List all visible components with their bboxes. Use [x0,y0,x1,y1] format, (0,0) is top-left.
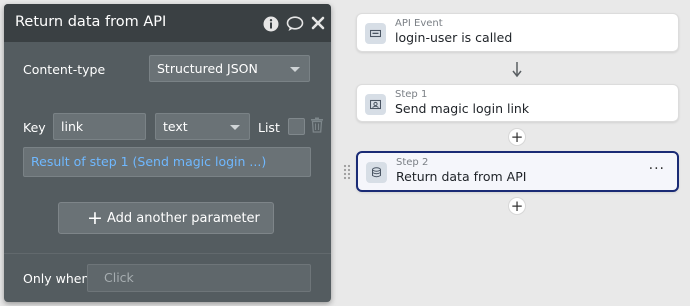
event-title: login-user is called [395,30,513,45]
content-type-label: Content-type [23,62,106,77]
divider [4,253,331,254]
event-subtitle: API Event [395,18,443,29]
step-2-card[interactable]: Step 2 Return data from API ··· [356,151,679,192]
value-expression-field[interactable]: Result of step 1 (Send magic login ...) [23,147,311,177]
chevron-down-icon [290,67,300,72]
only-when-input[interactable]: Click [87,264,311,292]
step-1-title: Send magic login link [395,101,530,116]
api-event-card[interactable]: API Event login-user is called [356,13,679,52]
comment-icon[interactable] [286,16,304,32]
close-icon[interactable] [311,16,327,32]
key-input[interactable]: link [53,113,146,140]
plus-icon: + [87,207,103,229]
key-label: Key [23,120,46,135]
chevron-down-icon [230,125,240,130]
panel-header[interactable]: Return data from API [4,4,331,42]
drag-handle-icon[interactable] [343,163,351,181]
add-parameter-button[interactable]: + Add another parameter [58,202,274,234]
list-checkbox[interactable] [288,118,305,135]
add-step-button[interactable]: + [508,128,526,146]
trash-icon[interactable] [310,117,324,133]
only-when-placeholder: Click [104,270,134,285]
more-options-icon[interactable]: ··· [649,161,665,177]
type-dropdown[interactable]: text [155,113,250,140]
content-type-dropdown[interactable]: Structured JSON [149,55,310,82]
list-label: List [258,120,280,135]
value-expression-text[interactable]: Result of step 1 (Send magic login ...) [31,154,266,169]
email-icon [365,94,386,115]
step-1-subtitle: Step 1 [395,89,428,100]
api-event-icon [365,23,386,44]
property-editor-panel: Return data from API Content-type Struct… [4,4,331,302]
panel-title: Return data from API [15,14,167,30]
key-value: link [61,119,84,134]
step-2-title: Return data from API [396,169,527,184]
only-when-label: Only when [23,271,90,286]
info-icon[interactable] [263,16,279,32]
step-1-card[interactable]: Step 1 Send magic login link [356,84,679,122]
arrow-down-icon [510,60,524,80]
step-2-subtitle: Step 2 [396,157,429,168]
type-value: text [163,119,188,134]
content-type-value: Structured JSON [157,61,258,76]
add-step-button[interactable]: + [508,197,526,215]
database-icon [366,162,387,183]
add-parameter-label: Add another parameter [107,211,260,226]
